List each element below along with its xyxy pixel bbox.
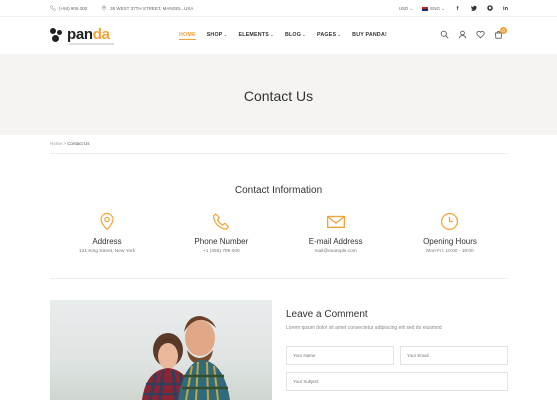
chevron-down-icon: ⌄ bbox=[409, 6, 414, 11]
heart-icon[interactable] bbox=[476, 30, 485, 39]
comment-form-subtitle: Lorem ipsum dolor sit amet consectetur a… bbox=[286, 325, 442, 331]
logo-wordmark: panda bbox=[67, 26, 110, 43]
pinterest-icon[interactable] bbox=[486, 5, 493, 13]
breadcrumb: Home > Contact Us bbox=[50, 141, 89, 146]
chevron-down-icon: ⌄ bbox=[337, 32, 342, 37]
chevron-down-icon: ⌄ bbox=[441, 6, 445, 11]
flag-icon bbox=[422, 6, 429, 11]
search-icon[interactable] bbox=[440, 30, 449, 39]
currency-label: USD bbox=[398, 6, 409, 11]
facebook-icon[interactable]: f bbox=[454, 6, 461, 12]
site-header: panda HOME SHOP⌄ ELEMENTS⌄ BLOG⌄ PAGES⌄ … bbox=[0, 17, 557, 54]
top-bar-address: 35 WEST 37TH STREET, MANGEL, USA bbox=[101, 5, 193, 11]
main-nav: HOME SHOP⌄ ELEMENTS⌄ BLOG⌄ PAGES⌄ BUY PA… bbox=[179, 32, 387, 40]
chevron-down-icon: ⌄ bbox=[302, 32, 307, 37]
page-banner: Contact Us bbox=[0, 54, 557, 135]
language-select[interactable]: ENG ⌄ bbox=[422, 6, 445, 12]
cart-button[interactable]: 0 bbox=[494, 27, 507, 39]
contact-info-label: Opening Hours bbox=[423, 237, 477, 246]
envelope-icon bbox=[326, 215, 345, 229]
chevron-down-icon: ⌄ bbox=[223, 32, 228, 37]
top-bar-contact: (+84) 906 000 35 WEST 37TH STREET, MANGE… bbox=[50, 5, 203, 11]
contact-info-value: +1 (456) 789 000 bbox=[202, 249, 240, 254]
breadcrumb-current: Contact Us bbox=[67, 141, 90, 146]
contact-info-value: 121 King Street, New York bbox=[79, 249, 135, 254]
breadcrumb-separator: > bbox=[63, 141, 66, 146]
email-field[interactable] bbox=[400, 346, 508, 365]
top-bar-tools: USD ⌄ ENG ⌄ f in bbox=[399, 5, 509, 13]
page-title: Contact Us bbox=[243, 88, 314, 104]
contact-info-address: Address 121 King Street, New York bbox=[50, 212, 164, 254]
comment-form-title: Leave a Comment bbox=[286, 309, 368, 320]
panda-logo-icon bbox=[50, 27, 64, 42]
nav-item-home[interactable]: HOME bbox=[179, 32, 196, 40]
phone-icon bbox=[50, 5, 56, 11]
twitter-icon[interactable] bbox=[470, 5, 477, 13]
name-field[interactable] bbox=[286, 346, 394, 365]
subject-field[interactable] bbox=[286, 372, 508, 391]
contact-info-label: Address bbox=[92, 237, 122, 246]
contact-info-list: Address 121 King Street, New York Phone … bbox=[50, 212, 507, 254]
contact-info-hours: Opening Hours Mon-Fri: 10:00 - 18:00 bbox=[393, 212, 507, 254]
site-logo[interactable]: panda bbox=[50, 26, 110, 43]
divider bbox=[50, 153, 507, 154]
nav-item-buy-panda[interactable]: BUY PANDA! bbox=[352, 32, 387, 40]
divider bbox=[50, 278, 507, 279]
nav-item-pages[interactable]: PAGES⌄ bbox=[317, 32, 341, 40]
chevron-down-icon: ⌄ bbox=[269, 32, 274, 37]
contact-info-title: Contact Information bbox=[234, 185, 323, 196]
phone-icon bbox=[213, 213, 230, 230]
location-pin-icon bbox=[100, 212, 114, 231]
header-actions: 0 bbox=[440, 27, 507, 39]
contact-info-email: E-mail Address mail@example.com bbox=[279, 212, 393, 254]
contact-info-label: Phone Number bbox=[194, 237, 249, 246]
contact-info-label: E-mail Address bbox=[308, 237, 363, 246]
nav-item-elements[interactable]: ELEMENTS⌄ bbox=[239, 32, 274, 40]
top-bar-phone[interactable]: (+84) 906 000 bbox=[50, 5, 87, 11]
location-pin-icon bbox=[102, 5, 107, 11]
address-text: 35 WEST 37TH STREET, MANGEL, USA bbox=[110, 5, 194, 11]
linkedin-icon[interactable]: in bbox=[502, 6, 509, 12]
breadcrumb-home[interactable]: Home bbox=[50, 141, 62, 146]
contact-info-phone: Phone Number +1 (456) 789 000 bbox=[164, 212, 278, 254]
language-label: ENG bbox=[430, 6, 440, 11]
contact-photo bbox=[50, 300, 272, 400]
top-bar: (+84) 906 000 35 WEST 37TH STREET, MANGE… bbox=[0, 0, 557, 17]
cart-count-badge: 0 bbox=[500, 27, 507, 34]
nav-item-blog[interactable]: BLOG⌄ bbox=[285, 32, 306, 40]
user-icon[interactable] bbox=[458, 30, 467, 39]
contact-info-value: Mon-Fri: 10:00 - 18:00 bbox=[426, 249, 474, 254]
nav-item-shop[interactable]: SHOP⌄ bbox=[207, 32, 228, 40]
currency-select[interactable]: USD ⌄ bbox=[399, 6, 414, 12]
logo-tagline bbox=[69, 43, 114, 45]
contact-info-value[interactable]: mail@example.com bbox=[279, 249, 393, 254]
clock-icon bbox=[441, 212, 459, 231]
phone-number: (+84) 906 000 bbox=[59, 5, 88, 11]
